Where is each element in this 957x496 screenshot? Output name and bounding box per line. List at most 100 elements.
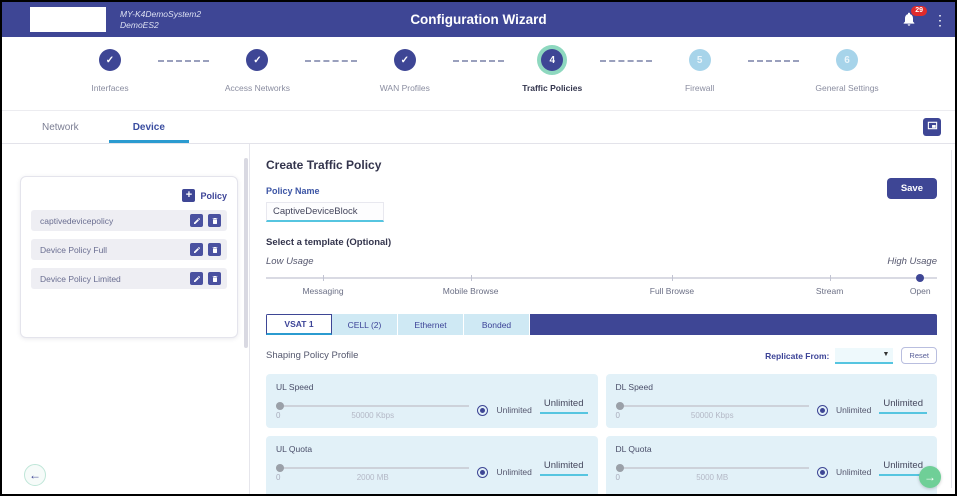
delete-policy-button[interactable]	[208, 243, 221, 256]
pencil-icon	[193, 241, 201, 259]
policy-name-input[interactable]	[266, 202, 384, 222]
template-slider[interactable]	[266, 273, 937, 283]
left-scrollbar[interactable]	[244, 158, 248, 348]
tab-ethernet[interactable]: Ethernet	[398, 314, 464, 335]
step-connector	[158, 60, 209, 62]
save-button[interactable]: Save	[887, 178, 937, 199]
slider-thumb[interactable]	[916, 274, 924, 282]
template-section-label: Select a template (Optional)	[266, 237, 937, 248]
slider-thumb[interactable]	[276, 402, 284, 410]
pencil-icon	[193, 212, 201, 230]
delete-policy-button[interactable]	[208, 272, 221, 285]
replicate-from-select[interactable]: ▼	[835, 348, 893, 364]
arrow-left-icon: ←	[29, 468, 41, 482]
check-icon: ✓	[394, 49, 416, 71]
template-option-full-browse[interactable]: Full Browse	[650, 286, 694, 296]
app-header: MY-K4DemoSystem2 DemoES2 Configuration W…	[2, 2, 955, 37]
ul-speed-slider[interactable]: 0 50000 Kbps	[276, 402, 469, 418]
policy-list-item[interactable]: captivedevicepolicy	[31, 210, 227, 231]
template-option-mobile-browse[interactable]: Mobile Browse	[443, 286, 499, 296]
dl-speed-slider[interactable]: 0 50000 Kbps	[616, 402, 809, 418]
policy-list-panel: + Policy captivedevicepolicy Device Poli…	[2, 144, 250, 494]
slider-tick	[830, 275, 831, 281]
step-connector	[600, 60, 651, 62]
shaping-profile-title: Shaping Policy Profile	[266, 350, 358, 361]
tab-bonded[interactable]: Bonded	[464, 314, 530, 335]
slider-tick	[471, 275, 472, 281]
slider-track	[276, 467, 469, 469]
radio-dot	[480, 408, 485, 413]
main-scrollbar[interactable]	[951, 150, 952, 488]
trash-icon	[211, 270, 219, 288]
slider-thumb[interactable]	[616, 464, 624, 472]
ul-speed-unlimited-radio[interactable]	[477, 405, 488, 416]
radio-dot	[820, 470, 825, 475]
step-interfaces[interactable]: ✓ Interfaces	[62, 49, 158, 93]
edit-policy-button[interactable]	[190, 214, 203, 227]
step-access-networks[interactable]: ✓ Access Networks	[209, 49, 305, 93]
pencil-icon	[193, 270, 201, 288]
ul-speed-value-input[interactable]: Unlimited	[540, 398, 588, 414]
logo-placeholder	[30, 7, 106, 32]
notifications-button[interactable]: 29	[901, 10, 919, 30]
ul-quota-slider[interactable]: 0 2000 MB	[276, 464, 469, 480]
dl-quota-slider[interactable]: 0 5000 MB	[616, 464, 809, 480]
radio-dot	[820, 408, 825, 413]
step-traffic-policies[interactable]: 4 Traffic Policies	[504, 49, 600, 93]
replicate-from-label: Replicate From:	[765, 351, 829, 361]
dl-quota-unlimited-radio[interactable]	[817, 467, 828, 478]
subsystem-name: DemoES2	[120, 20, 201, 31]
template-option-open[interactable]: Open	[910, 286, 931, 296]
kebab-menu-button[interactable]: ⋮	[933, 13, 941, 27]
edit-policy-button[interactable]	[190, 243, 203, 256]
chevron-down-icon: ▼	[882, 351, 889, 358]
add-policy-button[interactable]: + Policy	[31, 189, 227, 202]
tab-network[interactable]: Network	[32, 111, 89, 143]
reset-button[interactable]: Reset	[901, 347, 937, 364]
create-policy-form: Create Traffic Policy Policy Name Save S…	[250, 144, 955, 494]
app-window: MY-K4DemoSystem2 DemoES2 Configuration W…	[0, 0, 957, 496]
step-connector	[748, 60, 799, 62]
open-in-window-button[interactable]	[923, 118, 941, 136]
policy-list-item[interactable]: Device Policy Full	[31, 239, 227, 260]
step-connector	[453, 60, 504, 62]
slider-tick	[672, 275, 673, 281]
trash-icon	[211, 241, 219, 259]
next-button[interactable]: →	[919, 466, 941, 488]
template-option-stream[interactable]: Stream	[816, 286, 843, 296]
dl-quota-panel: DL Quota 0 5000 MB Unlimited Unlimited	[606, 436, 938, 494]
wizard-stepper: ✓ Interfaces ✓ Access Networks ✓ WAN Pro…	[2, 37, 955, 110]
slider-thumb[interactable]	[276, 464, 284, 472]
check-icon: ✓	[246, 49, 268, 71]
delete-policy-button[interactable]	[208, 214, 221, 227]
system-name: MY-K4DemoSystem2	[120, 9, 201, 20]
step-general-settings[interactable]: 6 General Settings	[799, 49, 895, 93]
arrow-right-icon: →	[924, 470, 936, 484]
slider-track	[616, 405, 809, 407]
policy-list-item[interactable]: Device Policy Limited	[31, 268, 227, 289]
dl-speed-value-input[interactable]: Unlimited	[879, 398, 927, 414]
step-wan-profiles[interactable]: ✓ WAN Profiles	[357, 49, 453, 93]
ul-quota-unlimited-radio[interactable]	[477, 467, 488, 478]
template-option-messaging[interactable]: Messaging	[302, 286, 343, 296]
tab-vsat-1[interactable]: VSAT 1	[266, 314, 332, 335]
edit-policy-button[interactable]	[190, 272, 203, 285]
trash-icon	[211, 212, 219, 230]
radio-dot	[480, 470, 485, 475]
interface-tabbar: VSAT 1 CELL (2) Ethernet Bonded	[266, 314, 937, 335]
tab-device[interactable]: Device	[123, 111, 175, 143]
step-connector	[305, 60, 356, 62]
step-number: 6	[836, 49, 858, 71]
ul-quota-value-input[interactable]: Unlimited	[540, 460, 588, 476]
slider-thumb[interactable]	[616, 402, 624, 410]
tab-cell[interactable]: CELL (2)	[332, 314, 398, 335]
form-title: Create Traffic Policy	[266, 158, 937, 172]
slider-track	[616, 467, 809, 469]
bell-icon	[901, 15, 917, 32]
step-number: 5	[689, 49, 711, 71]
step-firewall[interactable]: 5 Firewall	[652, 49, 748, 93]
plus-icon: +	[182, 189, 195, 202]
notification-count-badge: 29	[911, 6, 927, 16]
dl-speed-unlimited-radio[interactable]	[817, 405, 828, 416]
back-button[interactable]: ←	[24, 464, 46, 486]
